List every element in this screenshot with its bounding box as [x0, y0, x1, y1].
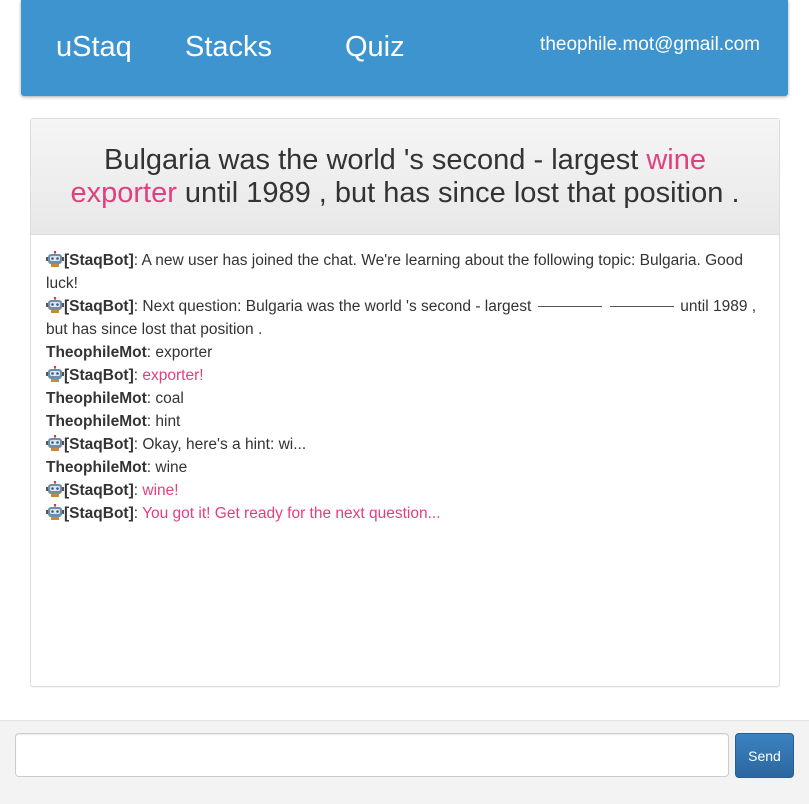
send-button[interactable]: Send	[735, 733, 794, 778]
robot-icon	[46, 296, 64, 313]
user-author: TheophileMot	[46, 390, 147, 407]
bot-author: [StaqBot]	[64, 298, 134, 315]
bot-author: [StaqBot]	[64, 252, 134, 269]
chat-message: TheophileMot: hint	[46, 410, 763, 433]
message-text: You got it! Get ready for the next quest…	[142, 505, 441, 522]
bot-author: [StaqBot]	[64, 436, 134, 453]
top-navbar: uStaq Stacks Quiz theophile.mot@gmail.co…	[21, 0, 788, 96]
user-author: TheophileMot	[46, 344, 147, 361]
chat-message: [StaqBot]: A new user has joined the cha…	[46, 249, 763, 295]
robot-icon	[46, 250, 64, 267]
quiz-panel: Bulgaria was the world 's second - large…	[30, 118, 780, 687]
user-author: TheophileMot	[46, 413, 147, 430]
bot-author: [StaqBot]	[64, 505, 134, 522]
chat-message: TheophileMot: coal	[46, 387, 763, 410]
robot-icon	[46, 480, 64, 497]
answer-blank	[537, 306, 602, 307]
chat-message: [StaqBot]: Okay, here's a hint: wi...	[46, 433, 763, 456]
user-email[interactable]: theophile.mot@gmail.com	[540, 34, 760, 56]
bot-author: [StaqBot]	[64, 482, 134, 499]
question-heading: Bulgaria was the world 's second - large…	[31, 119, 779, 235]
chat-message: TheophileMot: exporter	[46, 341, 763, 364]
question-text: Bulgaria was the world 's second - large…	[51, 144, 759, 210]
chat-message: [StaqBot]: You got it! Get ready for the…	[46, 502, 763, 525]
message-text: Next question: Bulgaria was the world 's…	[142, 298, 536, 315]
message-text: exporter	[155, 344, 213, 361]
chat-message: [StaqBot]: Next question: Bulgaria was t…	[46, 295, 763, 341]
message-text: exporter!	[142, 367, 204, 384]
chat-message: TheophileMot: wine	[46, 456, 763, 479]
brand-link[interactable]: uStaq	[56, 30, 132, 64]
chat-message-input[interactable]	[15, 733, 729, 777]
robot-icon	[46, 434, 64, 451]
chat-input-bar: Send	[0, 720, 809, 804]
message-text: wine!	[142, 482, 179, 499]
robot-icon	[46, 365, 64, 382]
separator: :	[133, 505, 143, 522]
message-text: hint	[155, 413, 181, 430]
message-text: coal	[155, 390, 184, 407]
robot-icon	[46, 503, 64, 520]
answer-blank	[609, 306, 674, 307]
chat-message: [StaqBot]: wine!	[46, 479, 763, 502]
message-text: wine	[155, 459, 188, 476]
chat-message: [StaqBot]: exporter!	[46, 364, 763, 387]
message-text: Okay, here's a hint: wi...	[142, 436, 307, 453]
chat-log: [StaqBot]: A new user has joined the cha…	[31, 235, 779, 525]
separator: :	[133, 252, 142, 269]
user-author: TheophileMot	[46, 459, 147, 476]
nav-quiz-link[interactable]: Quiz	[345, 30, 405, 64]
bot-author: [StaqBot]	[64, 367, 134, 384]
message-text: A new user has joined the chat. We're le…	[46, 252, 744, 292]
question-after: until 1989 , but has since lost that pos…	[176, 176, 740, 209]
question-before: Bulgaria was the world 's second - large…	[104, 143, 647, 176]
nav-stacks-link[interactable]: Stacks	[185, 30, 272, 64]
